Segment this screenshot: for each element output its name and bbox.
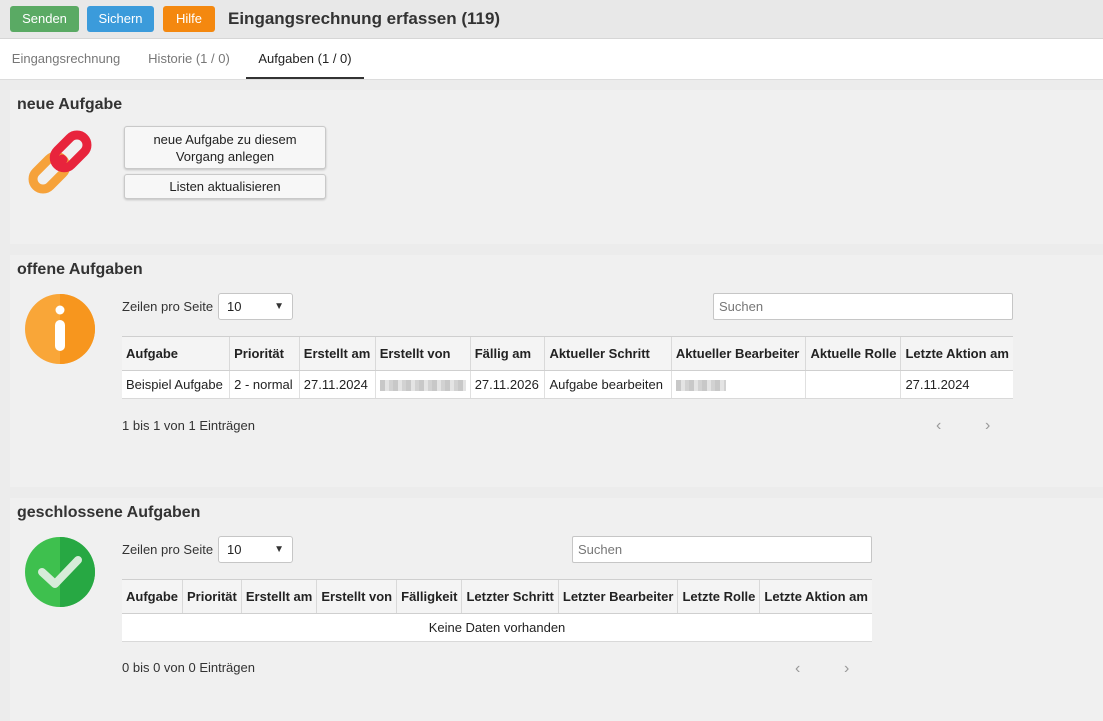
- priority-cell: 2 - normal: [229, 370, 300, 399]
- check-icon: [25, 537, 95, 607]
- column-header[interactable]: Aktueller Schritt: [544, 336, 672, 371]
- column-header[interactable]: Letzter Bearbeiter: [557, 579, 678, 614]
- link-icon: [28, 130, 92, 194]
- open-tasks-panel: offene Aufgaben Zeilen pro Seite 10 ▼ Au…: [10, 255, 1103, 487]
- column-header[interactable]: Erstellt von: [316, 579, 397, 614]
- refresh-lists-button[interactable]: Listen aktualisieren: [124, 174, 326, 199]
- next-page-button[interactable]: ›: [985, 417, 990, 435]
- rows-per-page-value: 10: [227, 299, 242, 314]
- pagination-info: 1 bis 1 von 1 Einträgen: [122, 418, 255, 433]
- rows-per-page-select[interactable]: 10 ▼: [218, 293, 293, 320]
- column-header[interactable]: Priorität: [182, 579, 242, 614]
- chevron-down-icon: ▼: [274, 544, 284, 555]
- column-header[interactable]: Aufgabe: [122, 336, 230, 371]
- next-page-button[interactable]: ›: [844, 660, 849, 678]
- table-header-row: Aufgabe Priorität Erstellt am Erstellt v…: [122, 579, 872, 614]
- created-date-cell: 27.11.2024: [298, 370, 376, 399]
- rows-per-page-label: Zeilen pro Seite: [122, 299, 214, 314]
- current-editor-cell: [670, 370, 806, 399]
- closed-tasks-panel: geschlossene Aufgaben Zeilen pro Seite 1…: [10, 498, 1103, 721]
- rows-per-page-value: 10: [227, 542, 242, 557]
- new-task-panel: neue Aufgabe neue Aufgabe zu diesem Vorg…: [10, 90, 1103, 244]
- column-header[interactable]: Erstellt am: [298, 336, 376, 371]
- create-task-label-line2: Vorgang anlegen: [175, 149, 275, 164]
- chevron-down-icon: ▼: [274, 301, 284, 312]
- created-by-cell: [374, 370, 471, 399]
- page-title: Eingangsrechnung erfassen (119): [228, 9, 501, 28]
- column-header[interactable]: Erstellt am: [240, 579, 317, 614]
- toolbar: Senden Sichern Hilfe Eingangsrechnung er…: [0, 0, 1103, 39]
- tab-bar: Eingangsrechnung Historie (1 / 0) Aufgab…: [0, 39, 1103, 80]
- column-header[interactable]: Aktuelle Rolle: [805, 336, 901, 371]
- table-row: Keine Daten vorhanden: [122, 613, 872, 642]
- column-header[interactable]: Fälligkeit: [396, 579, 462, 614]
- column-header[interactable]: Aktueller Bearbeiter: [670, 336, 806, 371]
- current-step-cell: Aufgabe bearbeiten: [544, 370, 672, 399]
- create-task-button[interactable]: neue Aufgabe zu diesem Vorgang anlegen: [124, 126, 326, 169]
- column-header[interactable]: Priorität: [229, 336, 300, 371]
- column-header[interactable]: Fällig am: [469, 336, 545, 371]
- last-action-cell: 27.11.2024: [900, 370, 1013, 399]
- open-tasks-title: offene Aufgaben: [17, 261, 143, 278]
- due-date-cell: 27.11.2026: [469, 370, 545, 399]
- create-task-label-line1: neue Aufgabe zu diesem: [153, 132, 297, 147]
- help-button[interactable]: Hilfe: [163, 6, 215, 32]
- column-header[interactable]: Letzte Aktion am: [900, 336, 1013, 371]
- search-input[interactable]: [713, 293, 1013, 320]
- closed-tasks-table: Aufgabe Priorität Erstellt am Erstellt v…: [122, 579, 872, 642]
- pagination-info: 0 bis 0 von 0 Einträgen: [122, 660, 255, 675]
- tab-aufgaben[interactable]: Aufgaben (1 / 0): [246, 39, 364, 79]
- redacted-name: [675, 380, 726, 392]
- table-header-row: Aufgabe Priorität Erstellt am Erstellt v…: [122, 336, 1013, 371]
- closed-tasks-title: geschlossene Aufgaben: [17, 504, 201, 521]
- column-header[interactable]: Erstellt von: [374, 336, 471, 371]
- send-button[interactable]: Senden: [10, 6, 79, 32]
- column-header[interactable]: Letzter Schritt: [461, 579, 559, 614]
- rows-per-page-label: Zeilen pro Seite: [122, 542, 214, 557]
- redacted-name: [379, 380, 466, 392]
- empty-table-message: Keine Daten vorhanden: [122, 613, 872, 642]
- info-icon: [25, 294, 95, 364]
- column-header[interactable]: Aufgabe: [122, 579, 183, 614]
- open-tasks-table: Aufgabe Priorität Erstellt am Erstellt v…: [122, 336, 1013, 399]
- column-header[interactable]: Letzte Aktion am: [759, 579, 872, 614]
- tab-eingangsrechnung[interactable]: Eingangsrechnung: [0, 39, 132, 79]
- search-input[interactable]: [572, 536, 872, 563]
- table-row[interactable]: Beispiel Aufgabe 2 - normal 27.11.2024 2…: [122, 370, 1013, 399]
- tab-historie[interactable]: Historie (1 / 0): [135, 39, 243, 79]
- task-name-cell: Beispiel Aufgabe: [122, 370, 230, 399]
- column-header[interactable]: Letzte Rolle: [677, 579, 760, 614]
- rows-per-page-select[interactable]: 10 ▼: [218, 536, 293, 563]
- new-task-title: neue Aufgabe: [17, 96, 123, 113]
- previous-page-button[interactable]: ‹: [936, 417, 941, 435]
- previous-page-button[interactable]: ‹: [795, 660, 800, 678]
- save-button[interactable]: Sichern: [87, 6, 154, 32]
- current-role-cell: [805, 370, 901, 399]
